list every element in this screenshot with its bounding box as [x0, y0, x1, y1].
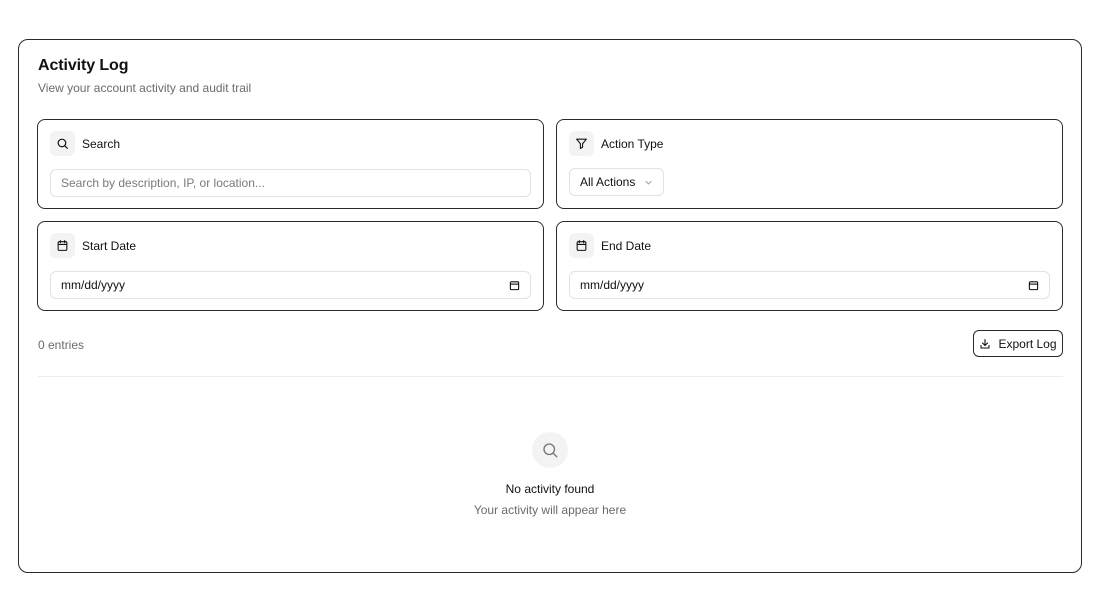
entries-count: 0 entries — [38, 338, 85, 352]
search-label: Search — [82, 136, 121, 151]
calendar-picker-icon[interactable] — [1028, 280, 1039, 291]
search-filter-panel: Search — [37, 119, 544, 209]
export-log-label: Export Log — [998, 336, 1057, 351]
chevron-down-icon — [645, 180, 652, 185]
calendar-icon — [50, 233, 75, 258]
start-date-value: mm/dd/yyyy — [61, 278, 126, 292]
end-date-label: End Date — [601, 238, 652, 253]
start-date-label: Start Date — [82, 238, 137, 253]
search-icon — [50, 131, 75, 156]
search-input[interactable] — [50, 169, 531, 197]
action-type-label: Action Type — [601, 136, 664, 151]
empty-state-subtitle: Your activity will appear here — [473, 503, 627, 517]
action-type-select[interactable]: All Actions — [569, 168, 665, 196]
end-date-filter-panel: End Date mm/dd/yyyy — [556, 221, 1063, 311]
filter-icon — [569, 131, 594, 156]
calendar-picker-icon[interactable] — [509, 280, 520, 291]
divider — [38, 376, 1063, 377]
start-date-filter-panel: Start Date mm/dd/yyyy — [37, 221, 544, 311]
search-icon — [532, 432, 568, 468]
end-date-input[interactable]: mm/dd/yyyy — [569, 271, 1050, 299]
calendar-icon — [569, 233, 594, 258]
end-date-value: mm/dd/yyyy — [580, 278, 645, 292]
page-title: Activity Log — [38, 57, 129, 74]
page-subtitle: View your account activity and audit tra… — [38, 81, 252, 95]
download-icon — [980, 338, 991, 349]
activity-log-card: Activity Log View your account activity … — [18, 39, 1082, 573]
action-type-selected-value: All Actions — [580, 175, 636, 189]
start-date-input[interactable]: mm/dd/yyyy — [50, 271, 531, 299]
empty-state-title: No activity found — [505, 482, 595, 496]
action-type-filter-panel: Action Type All Actions — [556, 119, 1063, 209]
export-log-button[interactable]: Export Log — [973, 330, 1063, 357]
